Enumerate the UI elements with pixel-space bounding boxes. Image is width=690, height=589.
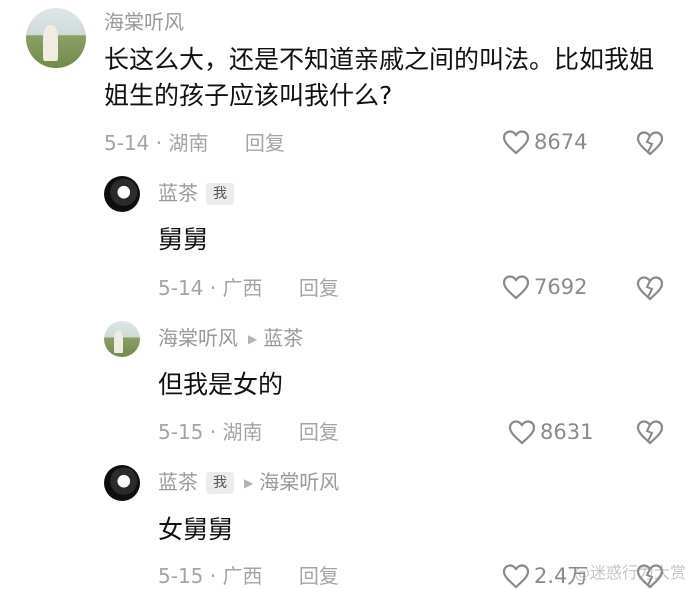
comment-location: 湖南 xyxy=(168,131,209,155)
avatar-lancha[interactable] xyxy=(104,465,140,501)
reply-meta: 5-15 · 湖南 回复 xyxy=(158,420,339,444)
reply-to-name[interactable]: 海棠听风 xyxy=(259,470,339,494)
comment-meta: 5-14 · 湖南 回复 xyxy=(104,131,285,155)
reply-to-name[interactable]: 蓝茶 xyxy=(263,326,303,350)
comment-text: 长这么大，还是不知道亲戚之间的叫法。比如我姐姐生的孩子应该叫我什么? xyxy=(104,45,655,110)
reply-date: 5-15 xyxy=(158,420,204,444)
heart-outline-icon xyxy=(502,564,530,589)
avatar-haitang[interactable] xyxy=(104,321,140,357)
heart-outline-icon xyxy=(508,420,536,445)
broken-heart-icon[interactable] xyxy=(636,130,664,156)
separator-dot: · xyxy=(209,564,223,588)
reply-author-name[interactable]: 海棠听风 xyxy=(158,326,238,350)
broken-heart-icon[interactable] xyxy=(636,419,664,445)
heart-outline-icon xyxy=(502,130,530,155)
avatar-lancha[interactable] xyxy=(104,176,140,212)
reply-author[interactable]: 蓝茶我 xyxy=(158,181,234,205)
reply-text: 舅舅 xyxy=(158,225,209,254)
broken-heart-icon[interactable] xyxy=(636,275,664,301)
like-count: 7692 xyxy=(534,275,588,299)
like-button[interactable]: 8631 xyxy=(508,419,593,445)
triangle-right-icon: ▶ xyxy=(248,332,258,346)
reply-text: 女舅舅 xyxy=(158,515,234,544)
reply-location: 湖南 xyxy=(222,420,263,444)
reply-author[interactable]: 海棠听风 ▶ 蓝茶 xyxy=(158,326,303,351)
reply-button[interactable]: 回复 xyxy=(245,131,285,155)
reply-text: 但我是女的 xyxy=(158,370,284,399)
reply-date: 5-14 xyxy=(158,276,204,300)
avatar-haitang[interactable] xyxy=(26,8,86,68)
reply-button[interactable]: 回复 xyxy=(299,276,339,300)
self-tag: 我 xyxy=(206,472,234,494)
separator-dot: · xyxy=(155,131,169,155)
reply-author[interactable]: 蓝茶我 ▶ 海棠听风 xyxy=(158,470,339,495)
self-tag: 我 xyxy=(206,183,234,205)
comment-main: 海棠听风 长这么大，还是不知道亲戚之间的叫法。比如我姐姐生的孩子应该叫我什么? … xyxy=(0,0,690,170)
like-button[interactable]: 8674 xyxy=(502,129,587,155)
triangle-right-icon: ▶ xyxy=(244,476,254,490)
like-button[interactable]: 7692 xyxy=(502,274,587,300)
comment-author[interactable]: 海棠听风 xyxy=(104,10,184,34)
separator-dot: · xyxy=(209,276,223,300)
like-count: 8674 xyxy=(534,130,588,154)
comment-date: 5-14 xyxy=(104,131,150,155)
heart-outline-icon xyxy=(502,275,530,300)
reply-meta: 5-15 · 广西 回复 xyxy=(158,564,339,588)
reply-location: 广西 xyxy=(222,276,263,300)
reply-location: 广西 xyxy=(222,564,263,588)
reply-button[interactable]: 回复 xyxy=(299,564,339,588)
reply-author-name[interactable]: 蓝茶 xyxy=(158,181,198,205)
reply-button[interactable]: 回复 xyxy=(299,420,339,444)
reply-author-name[interactable]: 蓝茶 xyxy=(158,470,198,494)
separator-dot: · xyxy=(209,420,223,444)
like-count: 8631 xyxy=(540,420,594,444)
reply-meta: 5-14 · 广西 回复 xyxy=(158,276,339,300)
watermark: @迷惑行为大赏 xyxy=(573,563,686,582)
reply-date: 5-15 xyxy=(158,564,204,588)
